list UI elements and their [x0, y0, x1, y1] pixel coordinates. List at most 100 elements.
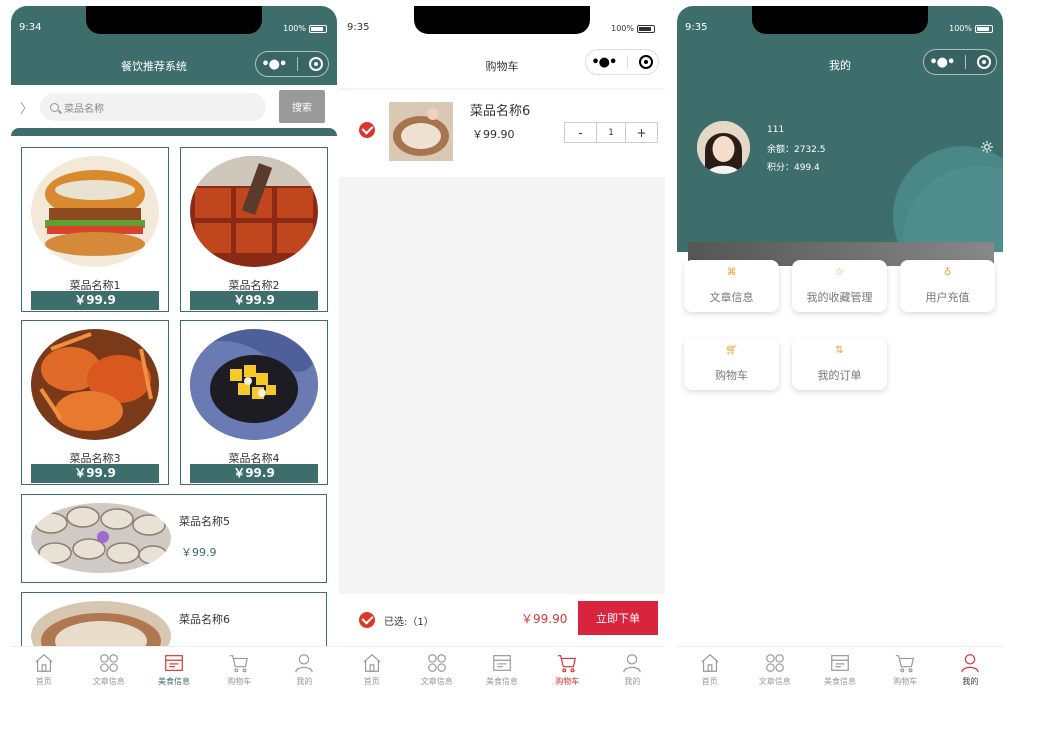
- capsule-divider: [964, 55, 966, 69]
- decrease-button[interactable]: -: [565, 123, 596, 142]
- food-card-4[interactable]: 菜品名称4 ￥99.9: [180, 320, 328, 485]
- home-icon: [362, 653, 381, 672]
- tab-mine[interactable]: 我的: [938, 647, 1003, 692]
- total-price: ￥99.90: [521, 612, 568, 626]
- menu-orders[interactable]: ⇅ 我的订单: [792, 338, 887, 390]
- tab-bar: 首页 文章信息 美食信息 购物车 我的: [677, 646, 1003, 692]
- chevron-right-icon[interactable]: 〉: [20, 98, 33, 117]
- search-icon: [50, 102, 59, 112]
- battery-text: 100%: [283, 24, 306, 33]
- tab-mine[interactable]: 我的: [272, 647, 337, 692]
- home-header: 9:34 100% 餐饮推荐系统 •●•: [11, 6, 337, 85]
- search-input[interactable]: 菜品名称: [40, 93, 266, 121]
- avatar[interactable]: [697, 121, 750, 174]
- menu-label: 文章信息: [709, 291, 754, 304]
- tab-label: 美食信息: [158, 677, 190, 686]
- tab-mine[interactable]: 我的: [600, 647, 665, 692]
- settings-gear-icon[interactable]: [980, 140, 994, 154]
- food-card-3[interactable]: 菜品名称3 ￥99.9: [21, 320, 169, 485]
- menu-label: 我的收藏管理: [806, 291, 873, 304]
- user-icon: [623, 654, 642, 673]
- item-checkbox[interactable]: [359, 122, 375, 138]
- tab-bar: 首页 文章信息 美食信息 购物车 我的: [339, 646, 665, 692]
- tab-food[interactable]: 美食信息: [141, 647, 206, 692]
- battery-icon: [975, 24, 993, 33]
- status-battery: 100%: [611, 24, 655, 33]
- close-target-icon[interactable]: [976, 55, 991, 69]
- food-list-item-5[interactable]: 菜品名称5 ￥99.9: [21, 494, 327, 583]
- status-battery: 100%: [949, 24, 993, 33]
- notch: [86, 6, 262, 34]
- food-name: 菜品名称6: [179, 613, 230, 626]
- tab-food[interactable]: 美食信息: [807, 647, 872, 692]
- menu-articles[interactable]: ⌘ 文章信息: [684, 260, 779, 312]
- sort-icon: ⇅: [835, 345, 844, 356]
- quantity-value[interactable]: 1: [596, 123, 626, 142]
- mini-program-capsule[interactable]: •●•: [255, 51, 329, 77]
- tab-articles[interactable]: 文章信息: [742, 647, 807, 692]
- menu-cart[interactable]: 🛒︎ 购物车: [684, 338, 779, 390]
- calendar-icon: [493, 655, 511, 671]
- food-image-mango: [190, 329, 318, 440]
- cart-item-price: ￥99.90: [472, 128, 515, 141]
- grid-icon: [99, 654, 118, 672]
- status-battery: 100%: [283, 24, 327, 33]
- close-target-icon[interactable]: [308, 57, 323, 71]
- section-bar: [11, 128, 337, 136]
- tab-cart[interactable]: 购物车: [535, 647, 600, 692]
- tab-label: 文章信息: [758, 677, 791, 686]
- username: 111: [767, 125, 785, 135]
- status-time: 9:34: [19, 22, 42, 33]
- food-price: ￥99.9: [190, 291, 318, 310]
- mini-program-capsule[interactable]: •●•: [923, 49, 997, 75]
- place-order-button[interactable]: 立即下单: [578, 601, 658, 635]
- cart-icon: 🛒︎: [725, 345, 738, 356]
- tab-home[interactable]: 首页: [339, 647, 404, 692]
- user-icon: [295, 654, 314, 673]
- tab-label: 文章信息: [420, 677, 453, 686]
- mini-program-capsule[interactable]: •●•: [585, 49, 659, 75]
- food-card-2[interactable]: 菜品名称2 ￥99.9: [180, 147, 328, 312]
- menu-recharge[interactable]: ♁ 用户充值: [900, 260, 995, 312]
- menu-label: 我的订单: [817, 369, 862, 382]
- cart-header: 9:35 100% 购物车 •●•: [339, 6, 665, 88]
- points: 积分：499.4: [767, 163, 820, 173]
- calendar-icon: [165, 655, 183, 671]
- grid-icon: [765, 654, 784, 672]
- tab-food[interactable]: 美食信息: [469, 647, 534, 692]
- menu-label: 购物车: [715, 369, 748, 382]
- food-price: ￥99.9: [31, 464, 159, 483]
- food-price: ￥99.9: [31, 291, 159, 310]
- more-icon[interactable]: •●•: [261, 57, 287, 72]
- tab-cart[interactable]: 购物车: [207, 647, 272, 692]
- selected-count: 已选:（1）: [384, 617, 434, 628]
- menu-favorites[interactable]: ☆ 我的收藏管理: [792, 260, 887, 312]
- phone-home: 9:34 100% 餐饮推荐系统 •●• 〉 菜品名称 搜索 菜品名称1 ￥99…: [11, 6, 337, 692]
- search-button[interactable]: 搜索: [279, 90, 325, 123]
- tab-label: 美食信息: [486, 677, 518, 686]
- tab-articles[interactable]: 文章信息: [404, 647, 469, 692]
- more-icon[interactable]: •●•: [929, 55, 955, 70]
- increase-button[interactable]: +: [626, 123, 657, 142]
- close-target-icon[interactable]: [638, 55, 653, 69]
- food-image-crab: [31, 329, 159, 440]
- tab-home[interactable]: 首页: [677, 647, 742, 692]
- menu-label: 用户充值: [925, 291, 970, 304]
- notch: [414, 6, 590, 34]
- tab-label: 购物车: [227, 677, 252, 686]
- tab-label: 购物车: [893, 677, 918, 686]
- cart-icon: [230, 655, 249, 673]
- tab-label: 文章信息: [92, 677, 125, 686]
- tab-articles[interactable]: 文章信息: [76, 647, 141, 692]
- tab-cart[interactable]: 购物车: [873, 647, 938, 692]
- home-icon: [700, 653, 719, 672]
- battery-text: 100%: [949, 24, 972, 33]
- more-icon[interactable]: •●•: [591, 55, 617, 70]
- tab-home[interactable]: 首页: [11, 647, 76, 692]
- food-card-1[interactable]: 菜品名称1 ￥99.9: [21, 147, 169, 312]
- search-row: 〉 菜品名称 搜索: [11, 90, 337, 126]
- select-all-checkbox[interactable]: [359, 612, 375, 628]
- search-placeholder: 菜品名称: [64, 103, 104, 115]
- star-icon: ☆: [835, 267, 844, 278]
- tab-label: 美食信息: [824, 677, 856, 686]
